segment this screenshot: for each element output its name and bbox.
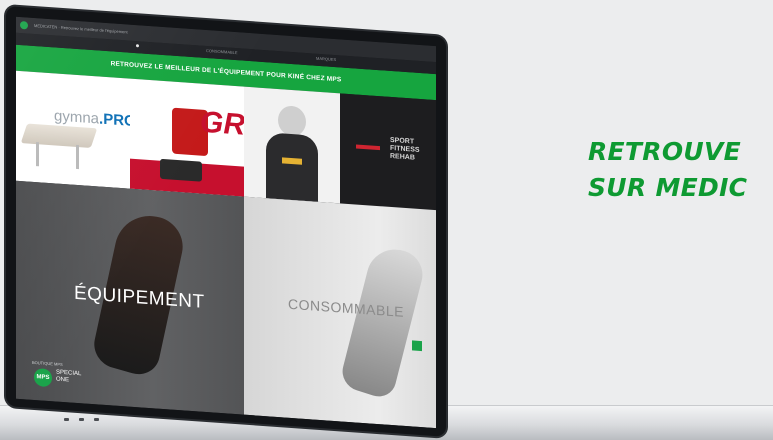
ambassador-body-image — [266, 132, 318, 202]
brand-tile-ambassador[interactable] — [244, 86, 340, 204]
nav-tab-consommable[interactable]: CONSOMMABLE — [206, 48, 238, 55]
laptop-screen-bezel: MEDICATEN · Retrouvez le meilleur de l'é… — [6, 6, 446, 437]
headline-line-2: SUR MEDIC — [588, 173, 748, 202]
brand-mark-icon — [356, 144, 380, 151]
promo-headline: RETROUVE SUR MEDIC — [588, 134, 747, 206]
sport-fitness-rehab-logo: SPORT FITNESS REHAB — [390, 136, 420, 162]
mps-small-label: BOUTIQUE MPS — [32, 359, 63, 367]
ambassador-head-image — [278, 105, 306, 137]
section-title-equipement: ÉQUIPEMENT — [74, 282, 205, 313]
mps-logo: MPS — [34, 367, 52, 388]
section-tile-equipement[interactable]: ÉQUIPEMENT BOUTIQUE MPS MPS SPECIAL ONE — [16, 180, 244, 415]
device-image — [160, 158, 202, 182]
headline-line-1: RETROUVE — [588, 137, 742, 166]
brand-tile-gr[interactable]: GR — [130, 78, 244, 197]
laptop-ports — [64, 418, 99, 421]
nav-tab-marques[interactable]: MARQUES — [316, 56, 336, 62]
site-favicon-icon — [20, 20, 28, 30]
laptop-screen: MEDICATEN · Retrouvez le meilleur de l'é… — [16, 16, 436, 429]
special-one-logo: SPECIAL ONE — [56, 369, 82, 384]
section-tile-consommable[interactable]: CONSOMMABLE — [244, 196, 436, 429]
nav-home-dot-icon[interactable] — [136, 44, 139, 48]
gr-logo: GR — [200, 105, 244, 142]
brand-tile-gymna[interactable]: gymna.PRO — [16, 70, 130, 189]
content-grid: gymna.PRO GR SPORT FITNESS REHAB ÉQUIPEM… — [16, 70, 436, 429]
treatment-bench-image — [20, 123, 98, 148]
brand-tile-sport-fitness[interactable]: SPORT FITNESS REHAB — [340, 93, 436, 211]
runner-woman-image — [338, 241, 428, 402]
pharmacy-cross-icon — [412, 340, 422, 352]
browser-url-text: MEDICATEN · Retrouvez le meilleur de l'é… — [34, 22, 128, 35]
